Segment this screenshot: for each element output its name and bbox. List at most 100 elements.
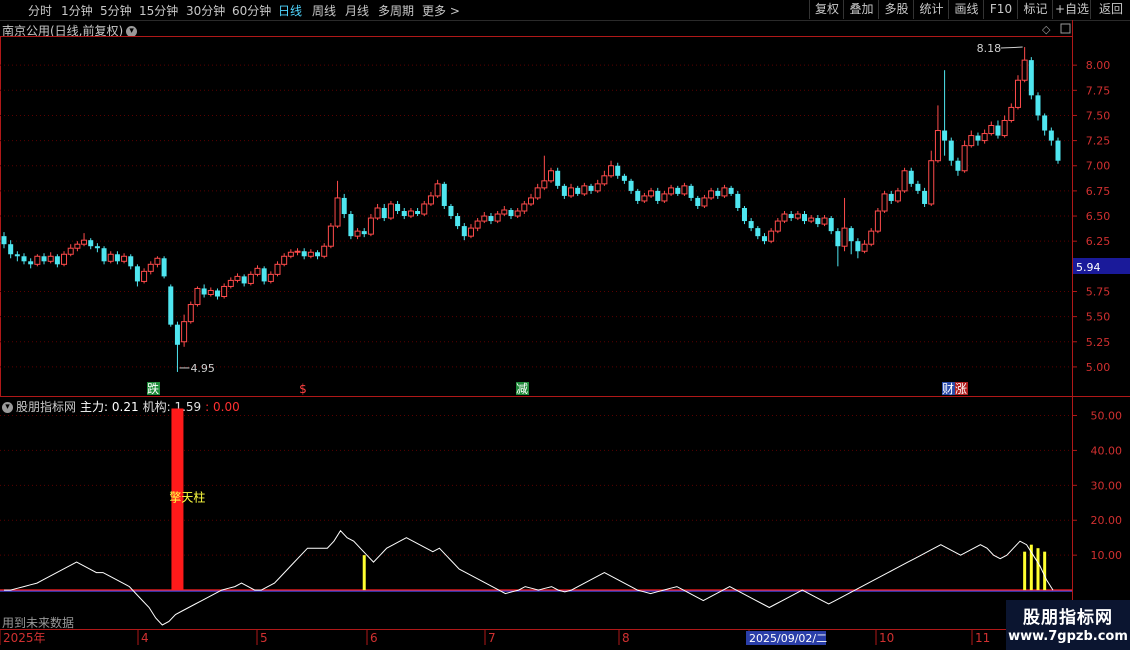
candle-body-up (861, 243, 868, 252)
candle-body-up (1001, 119, 1008, 137)
candle-body-up (494, 213, 501, 222)
candle-body-down (94, 246, 100, 249)
candle-body-down (21, 256, 27, 262)
candle-body-down (88, 240, 94, 247)
candle-body-up (107, 253, 114, 262)
price-tick-label: 8.00 (1086, 59, 1111, 72)
candle-body-down (748, 221, 754, 229)
candle-body-up (608, 165, 615, 177)
candle-body-down (561, 185, 567, 196)
candle-body-up (147, 263, 154, 272)
candle-body-up (427, 195, 434, 205)
candle-body-down (508, 210, 514, 217)
candle-body-down (241, 276, 247, 284)
candle-body-down (835, 231, 841, 247)
candle-body-down (488, 216, 494, 222)
kline-chart[interactable]: 8.00 7.75 7.50 7.25 7.00 6.75 6.50 6.25 5.75 5.50… (0, 0, 1130, 650)
candle-body-down (955, 160, 961, 171)
candle-body-up (187, 304, 194, 323)
candle-body-down (655, 190, 661, 201)
candle-body-up (594, 183, 601, 192)
candle-body-down (101, 248, 107, 262)
cursor-date: 2025/09/02/二 (749, 632, 827, 645)
date-axis-label: 11 (975, 631, 990, 645)
candle-body-up (541, 180, 548, 189)
future-data-label: 用到未来数据 (2, 616, 75, 630)
candle-body-down (621, 175, 627, 181)
candle-body-up (354, 230, 361, 237)
indicator-tick-label: 40.00 (1091, 444, 1123, 457)
candle-body-down (815, 218, 821, 225)
candle-body-down (401, 211, 407, 217)
candle-body-up (141, 270, 148, 282)
candle-body-up (81, 239, 88, 245)
candle-body-down (1, 236, 7, 245)
candle-body-down (695, 197, 701, 206)
price-tick-label: 7.75 (1086, 84, 1111, 97)
watermark-url: www.7gpzb.com (1008, 629, 1128, 644)
candle-body-down (728, 187, 734, 194)
low-price-label: 4.95 (190, 362, 215, 375)
candle-body-up (568, 187, 575, 197)
candle-body-up (267, 273, 274, 282)
candle-body-down (348, 214, 354, 237)
candle-body-down (888, 193, 894, 201)
candle-body-down (755, 228, 761, 237)
candle-body-up (181, 321, 188, 343)
candle-body-up (1008, 106, 1015, 121)
candle-body-up (514, 210, 521, 217)
candle-body-down (261, 268, 267, 282)
candle-body-down (828, 218, 834, 232)
candle-body-up (841, 227, 848, 247)
candle-body-up (407, 210, 414, 217)
indicator-line (4, 529, 1054, 626)
diamond-icon: ◇ (1042, 23, 1051, 36)
candle-body-up (521, 203, 528, 212)
candle-body-up (467, 227, 474, 237)
watermark-title: 股朋指标网 (1023, 608, 1113, 628)
candle-body-up (981, 133, 988, 142)
candle-body-down (555, 170, 561, 186)
candle-body-up (894, 190, 901, 202)
candle-body-down (615, 165, 621, 176)
date-axis-label: 8 (622, 631, 630, 645)
candle-body-up (234, 275, 241, 281)
candle-body-down (301, 251, 307, 257)
candle-body-up (287, 251, 294, 257)
candle-body-up (421, 203, 428, 215)
candle-body-down (448, 205, 454, 217)
candle-body-up (34, 255, 41, 265)
candle-body-up (281, 255, 288, 265)
candle-body-down (441, 183, 447, 206)
candle-body-up (988, 125, 995, 135)
candle-body-up (481, 215, 488, 222)
candle-body-up (601, 175, 608, 185)
candle-body-up (874, 210, 881, 232)
candle-body-down (788, 214, 794, 219)
candle-body-down (134, 266, 140, 282)
candle-body-up (774, 220, 781, 232)
price-tick-label: 5.75 (1086, 285, 1111, 298)
candle-body-down (28, 261, 34, 265)
candle-body-down (174, 324, 180, 345)
candle-body-down (54, 256, 60, 265)
event-marker: 涨 (955, 381, 967, 396)
candle-body-up (708, 190, 715, 199)
candle-body-down (855, 241, 861, 252)
candle-body-down (168, 286, 174, 325)
candle-body-down (161, 258, 167, 277)
candle-body-up (207, 289, 214, 295)
candle-body-down (1035, 95, 1041, 116)
candle-body-down (741, 207, 747, 222)
candle-body-up (194, 287, 201, 306)
date-axis-label: 6 (370, 631, 378, 645)
candle-body-down (341, 197, 347, 215)
candle-body-up (154, 257, 161, 265)
candle-body-down (461, 226, 467, 237)
price-tick-label: 5.00 (1086, 361, 1111, 374)
candle-body-down (415, 211, 421, 215)
price-tick-label: 6.25 (1086, 235, 1111, 248)
event-marker: 减 (516, 382, 528, 396)
price-tick-label: 5.25 (1086, 336, 1111, 349)
candle-body-down (735, 193, 741, 208)
